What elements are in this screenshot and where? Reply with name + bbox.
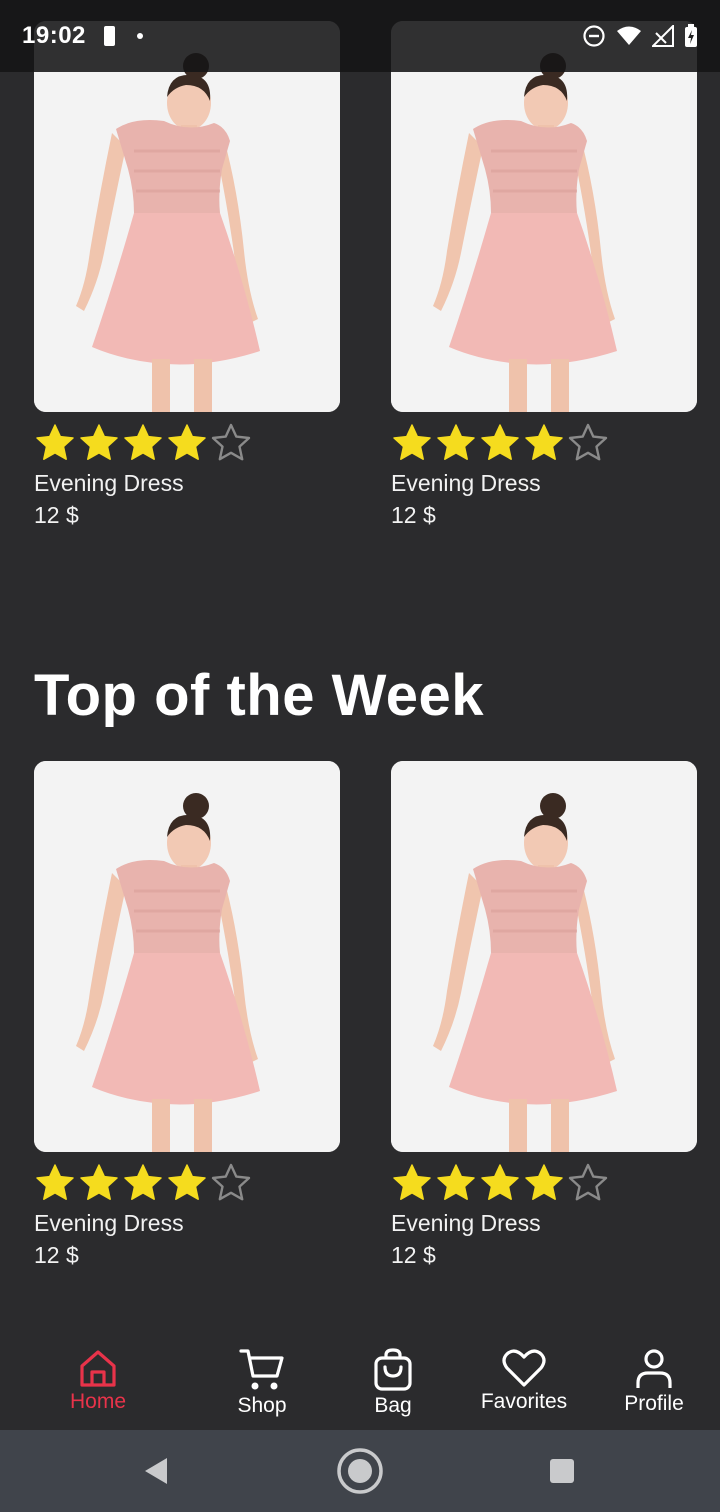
bottom-nav: Home Shop Bag Favorites Profile <box>0 1330 720 1430</box>
cart-icon <box>239 1349 284 1390</box>
rating-stars <box>34 420 340 466</box>
battery-saver-icon <box>103 26 115 46</box>
product-name: Evening Dress <box>391 470 541 496</box>
notification-dot-icon <box>136 33 143 39</box>
home-button-icon[interactable] <box>335 1446 385 1496</box>
product-card[interactable]: Evening Dress 12 $ <box>34 21 340 529</box>
nav-label-bag: Bag <box>374 1394 412 1417</box>
product-price: 12 $ <box>391 502 436 528</box>
heart-icon <box>502 1349 546 1387</box>
star-filled-icon <box>481 1164 519 1200</box>
rating-stars <box>391 420 697 466</box>
rating-stars <box>391 1160 697 1206</box>
section-title-top-of-week: Top of the Week <box>34 663 485 728</box>
recents-icon[interactable] <box>549 1458 575 1484</box>
star-filled-icon <box>393 424 431 460</box>
status-time: 19:02 <box>22 22 86 49</box>
nav-label-shop: Shop <box>237 1394 287 1417</box>
dress-photo <box>34 761 340 1152</box>
star-filled-icon <box>80 1164 118 1200</box>
status-bar: 19:02 <box>0 0 720 72</box>
star-empty-icon <box>568 423 608 461</box>
product-price: 12 $ <box>34 502 79 528</box>
product-image[interactable] <box>391 761 697 1152</box>
star-filled-icon <box>437 1164 475 1200</box>
home-icon <box>80 1350 116 1387</box>
battery-charging-icon <box>685 24 697 47</box>
star-empty-icon <box>568 1163 608 1201</box>
profile-icon <box>636 1349 672 1388</box>
nav-item-favorites[interactable]: Favorites <box>474 1348 574 1414</box>
star-filled-icon <box>124 424 162 460</box>
star-empty-icon <box>211 1163 251 1201</box>
star-filled-icon <box>36 1164 74 1200</box>
product-name: Evening Dress <box>34 1210 184 1236</box>
nav-label-profile: Profile <box>624 1392 684 1415</box>
cellular-signal-icon <box>652 25 674 47</box>
product-image[interactable] <box>391 21 697 412</box>
star-filled-icon <box>168 1164 206 1200</box>
product-card[interactable]: Evening Dress 12 $ <box>34 761 340 1269</box>
product-card[interactable]: Evening Dress 12 $ <box>391 761 697 1269</box>
star-filled-icon <box>124 1164 162 1200</box>
nav-item-home[interactable]: Home <box>62 1348 134 1414</box>
star-filled-icon <box>80 424 118 460</box>
product-card[interactable]: Evening Dress 12 $ <box>391 21 697 529</box>
dress-photo <box>391 21 697 412</box>
product-image[interactable] <box>34 21 340 412</box>
product-image[interactable] <box>34 761 340 1152</box>
bag-icon <box>374 1348 412 1391</box>
product-name: Evening Dress <box>391 1210 541 1236</box>
wifi-icon <box>617 26 641 45</box>
back-icon[interactable] <box>142 1456 170 1486</box>
system-nav-bar <box>0 1430 720 1512</box>
dress-photo <box>391 761 697 1152</box>
do-not-disturb-icon <box>583 25 605 47</box>
star-filled-icon <box>168 424 206 460</box>
nav-item-shop[interactable]: Shop <box>226 1348 298 1418</box>
star-filled-icon <box>481 424 519 460</box>
nav-item-bag[interactable]: Bag <box>357 1348 429 1418</box>
star-filled-icon <box>525 424 563 460</box>
dress-photo <box>34 21 340 412</box>
nav-label-home: Home <box>69 1390 127 1413</box>
star-filled-icon <box>437 424 475 460</box>
rating-stars <box>34 1160 340 1206</box>
product-price: 12 $ <box>391 1242 436 1268</box>
product-price: 12 $ <box>34 1242 79 1268</box>
star-empty-icon <box>211 423 251 461</box>
nav-item-profile[interactable]: Profile <box>618 1348 690 1416</box>
product-name: Evening Dress <box>34 470 184 496</box>
star-filled-icon <box>525 1164 563 1200</box>
star-filled-icon <box>393 1164 431 1200</box>
star-filled-icon <box>36 424 74 460</box>
nav-label-favorites: Favorites <box>480 1390 568 1413</box>
